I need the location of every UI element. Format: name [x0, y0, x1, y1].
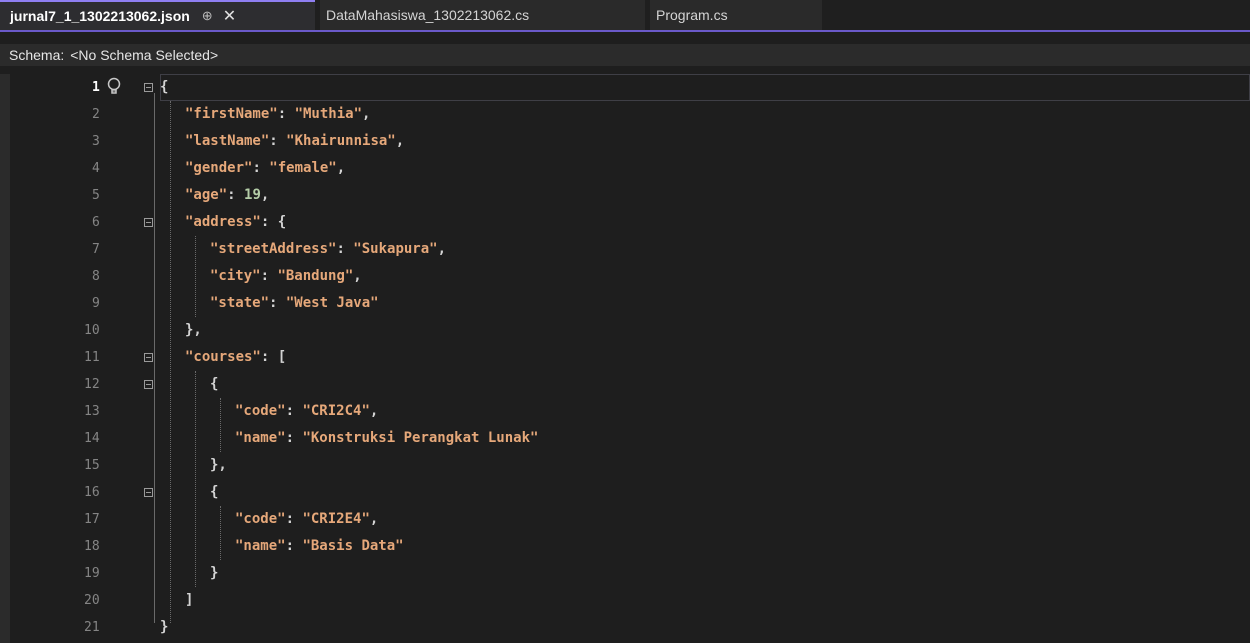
- editor-margin: [0, 74, 10, 643]
- code-line: "name": "Basis Data": [235, 538, 404, 554]
- code-line: "address": {: [185, 214, 287, 230]
- line-number: 2: [92, 107, 100, 122]
- indent-guide: [220, 398, 221, 452]
- line-number: 4: [92, 161, 100, 176]
- current-line-highlight: [160, 74, 1250, 101]
- close-icon[interactable]: ✕: [223, 6, 236, 26]
- line-number: 7: [92, 242, 100, 257]
- tab-label: jurnal7_1_1302213062.json: [10, 8, 190, 24]
- document-tab-bar: jurnal7_1_1302213062.json ⊕ ✕ DataMahasi…: [0, 0, 1250, 32]
- line-number: 18: [84, 539, 100, 554]
- line-number: 19: [84, 566, 100, 581]
- code-line: "lastName": "Khairunnisa",: [185, 133, 405, 149]
- code-line: },: [185, 322, 202, 338]
- code-line: "code": "CRI2C4",: [235, 403, 379, 419]
- line-number: 17: [84, 512, 100, 527]
- line-number: 1: [92, 80, 100, 95]
- line-number: 5: [92, 188, 100, 203]
- code-line: "firstName": "Muthia",: [185, 106, 371, 122]
- code-line: "city": "Bandung",: [210, 268, 362, 284]
- line-number: 8: [92, 269, 100, 284]
- code-editor[interactable]: 1 2 3 4 5 6 7 8 9 10 11 12 13 14 15 16 1…: [0, 74, 1250, 643]
- indent-guide: [195, 236, 196, 317]
- indent-guide: [195, 371, 196, 587]
- code-line: {: [210, 376, 219, 392]
- line-number: 10: [84, 323, 100, 338]
- tab-label: Program.cs: [656, 7, 728, 23]
- code-line: "gender": "female",: [185, 160, 346, 176]
- line-number: 9: [92, 296, 100, 311]
- indent-guide: [220, 506, 221, 560]
- line-number: 14: [84, 431, 100, 446]
- code-line: ]: [185, 592, 194, 608]
- tab-label: DataMahasiswa_1302213062.cs: [326, 7, 530, 23]
- schema-label: Schema:: [9, 47, 65, 63]
- schema-bar: Schema: <No Schema Selected>: [0, 44, 1250, 66]
- code-line: "age": 19,: [185, 187, 270, 203]
- indent-guide: [170, 101, 171, 623]
- line-number: 20: [84, 593, 100, 608]
- line-number: 12: [84, 377, 100, 392]
- fold-toggle[interactable]: [144, 83, 153, 92]
- pin-icon[interactable]: ⊕: [202, 8, 213, 24]
- code-line: },: [210, 457, 227, 473]
- line-number: 11: [84, 350, 100, 365]
- code-line: "state": "West Java": [210, 295, 379, 311]
- code-line: {: [160, 79, 169, 95]
- fold-toggle[interactable]: [144, 380, 153, 389]
- fold-toggle[interactable]: [144, 488, 153, 497]
- code-line: }: [160, 619, 169, 635]
- fold-toggle[interactable]: [144, 218, 153, 227]
- line-number: 16: [84, 485, 100, 500]
- code-line: "courses": [: [185, 349, 287, 365]
- line-number: 3: [92, 134, 100, 149]
- code-line: {: [210, 484, 219, 500]
- code-line: "streetAddress": "Sukapura",: [210, 241, 447, 257]
- outline-guide: [154, 93, 155, 623]
- line-number: 21: [84, 620, 100, 635]
- line-number: 15: [84, 458, 100, 473]
- tab-jurnal7-json[interactable]: jurnal7_1_1302213062.json ⊕ ✕: [0, 0, 315, 30]
- fold-toggle[interactable]: [144, 353, 153, 362]
- code-line: "code": "CRI2E4",: [235, 511, 379, 527]
- tab-program-cs[interactable]: Program.cs: [650, 0, 822, 30]
- line-number: 13: [84, 404, 100, 419]
- code-line: "name": "Konstruksi Perangkat Lunak": [235, 430, 539, 446]
- line-number: 6: [92, 215, 100, 230]
- schema-selector[interactable]: <No Schema Selected>: [70, 47, 218, 63]
- code-line: }: [210, 565, 219, 581]
- tab-datamahasiswa-cs[interactable]: DataMahasiswa_1302213062.cs: [320, 0, 645, 30]
